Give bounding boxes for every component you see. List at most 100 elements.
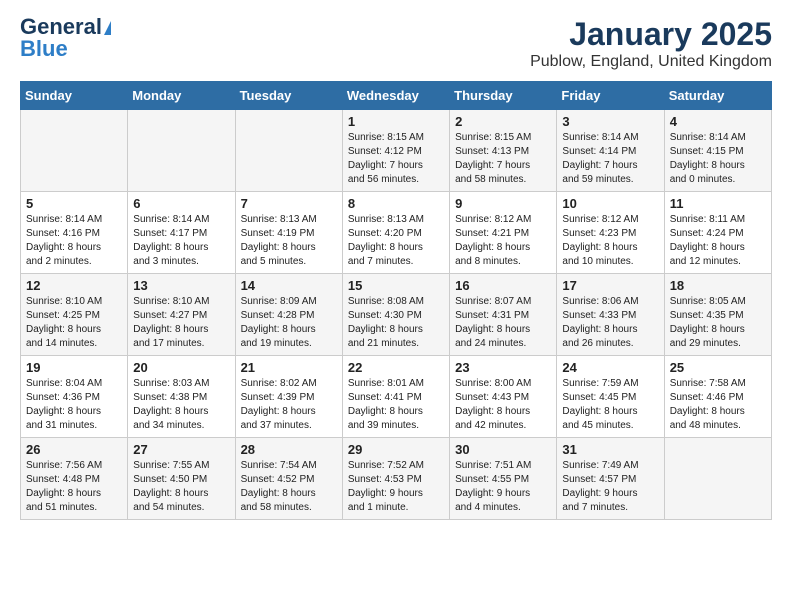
calendar-day-cell xyxy=(235,110,342,192)
calendar-day-header: Tuesday xyxy=(235,82,342,110)
day-number: 11 xyxy=(670,196,766,211)
day-number: 21 xyxy=(241,360,337,375)
calendar-day-cell: 13 Sunrise: 8:10 AM Sunset: 4:27 PM Dayli… xyxy=(128,274,235,356)
calendar-day-cell: 5Sunrise: 8:14 AM Sunset: 4:16 PM Daylig… xyxy=(21,192,128,274)
day-number: 19 xyxy=(26,360,122,375)
calendar-week-row: 19Sunrise: 8:04 AM Sunset: 4:36 PM Dayli… xyxy=(21,356,772,438)
calendar-table: SundayMondayTuesdayWednesdayThursdayFrid… xyxy=(20,81,772,520)
day-info: Sunrise: 8:13 AM Sunset: 4:20 PM Dayligh… xyxy=(348,213,444,269)
day-number: 16 xyxy=(455,278,551,293)
calendar-day-header: Sunday xyxy=(21,82,128,110)
day-info: Sunrise: 8:15 AM Sunset: 4:13 PM Dayligh… xyxy=(455,131,551,187)
day-info: Sunrise: 8:14 AM Sunset: 4:14 PM Dayligh… xyxy=(562,131,658,187)
calendar-day-cell: 24 Sunrise: 7:59 AM Sunset: 4:45 PM Dayli… xyxy=(557,356,664,438)
calendar-day-cell: 26 Sunrise: 7:56 AM Sunset: 4:48 PM Dayli… xyxy=(21,438,128,520)
day-info: Sunrise: 8:06 AM Sunset: 4:33 PM Dayligh… xyxy=(562,295,658,351)
calendar-day-cell: 17Sunrise: 8:06 AM Sunset: 4:33 PM Dayli… xyxy=(557,274,664,356)
day-info: Sunrise: 8:09 AM Sunset: 4:28 PM Dayligh… xyxy=(241,295,337,351)
day-number: 13 xyxy=(133,278,229,293)
calendar-day-cell: 20Sunrise: 8:03 AM Sunset: 4:38 PM Dayli… xyxy=(128,356,235,438)
calendar-day-cell: 6 Sunrise: 8:14 AM Sunset: 4:17 PM Daylig… xyxy=(128,192,235,274)
day-number: 27 xyxy=(133,442,229,457)
calendar-day-cell: 18 Sunrise: 8:05 AM Sunset: 4:35 PM Dayli… xyxy=(664,274,771,356)
day-info: Sunrise: 7:59 AM Sunset: 4:45 PM Dayligh… xyxy=(562,377,658,433)
day-info: Sunrise: 7:52 AM Sunset: 4:53 PM Dayligh… xyxy=(348,459,444,515)
calendar-day-cell: 19Sunrise: 8:04 AM Sunset: 4:36 PM Dayli… xyxy=(21,356,128,438)
day-number: 8 xyxy=(348,196,444,211)
day-number: 18 xyxy=(670,278,766,293)
header: General Blue January 2025 Publow, Englan… xyxy=(20,16,772,71)
day-info: Sunrise: 7:58 AM Sunset: 4:46 PM Dayligh… xyxy=(670,377,766,433)
day-info: Sunrise: 8:12 AM Sunset: 4:23 PM Dayligh… xyxy=(562,213,658,269)
calendar-week-row: 5Sunrise: 8:14 AM Sunset: 4:16 PM Daylig… xyxy=(21,192,772,274)
day-info: Sunrise: 7:54 AM Sunset: 4:52 PM Dayligh… xyxy=(241,459,337,515)
calendar-day-header: Friday xyxy=(557,82,664,110)
day-info: Sunrise: 8:05 AM Sunset: 4:35 PM Dayligh… xyxy=(670,295,766,351)
day-info: Sunrise: 8:14 AM Sunset: 4:15 PM Dayligh… xyxy=(670,131,766,187)
calendar-title: January 2025 xyxy=(530,16,772,53)
calendar-day-cell: 10 Sunrise: 8:12 AM Sunset: 4:23 PM Dayli… xyxy=(557,192,664,274)
calendar-week-row: 12 Sunrise: 8:10 AM Sunset: 4:25 PM Dayli… xyxy=(21,274,772,356)
day-number: 24 xyxy=(562,360,658,375)
day-number: 12 xyxy=(26,278,122,293)
calendar-day-cell xyxy=(128,110,235,192)
day-info: Sunrise: 8:14 AM Sunset: 4:17 PM Dayligh… xyxy=(133,213,229,269)
day-info: Sunrise: 8:10 AM Sunset: 4:27 PM Dayligh… xyxy=(133,295,229,351)
day-info: Sunrise: 8:10 AM Sunset: 4:25 PM Dayligh… xyxy=(26,295,122,351)
day-info: Sunrise: 8:00 AM Sunset: 4:43 PM Dayligh… xyxy=(455,377,551,433)
day-info: Sunrise: 8:14 AM Sunset: 4:16 PM Dayligh… xyxy=(26,213,122,269)
calendar-day-header: Thursday xyxy=(450,82,557,110)
calendar-day-cell: 15Sunrise: 8:08 AM Sunset: 4:30 PM Dayli… xyxy=(342,274,449,356)
calendar-day-cell: 16 Sunrise: 8:07 AM Sunset: 4:31 PM Dayli… xyxy=(450,274,557,356)
calendar-day-cell: 7Sunrise: 8:13 AM Sunset: 4:19 PM Daylig… xyxy=(235,192,342,274)
logo: General Blue xyxy=(20,16,111,61)
day-number: 9 xyxy=(455,196,551,211)
day-number: 1 xyxy=(348,114,444,129)
calendar-day-header: Saturday xyxy=(664,82,771,110)
day-number: 6 xyxy=(133,196,229,211)
calendar-day-cell xyxy=(664,438,771,520)
calendar-day-cell: 22Sunrise: 8:01 AM Sunset: 4:41 PM Dayli… xyxy=(342,356,449,438)
day-number: 28 xyxy=(241,442,337,457)
logo-text: General xyxy=(20,16,111,38)
calendar-subtitle: Publow, England, United Kingdom xyxy=(530,53,772,71)
calendar-day-cell: 27 Sunrise: 7:55 AM Sunset: 4:50 PM Dayli… xyxy=(128,438,235,520)
day-number: 10 xyxy=(562,196,658,211)
calendar-day-header: Wednesday xyxy=(342,82,449,110)
day-info: Sunrise: 8:13 AM Sunset: 4:19 PM Dayligh… xyxy=(241,213,337,269)
day-number: 26 xyxy=(26,442,122,457)
day-info: Sunrise: 7:55 AM Sunset: 4:50 PM Dayligh… xyxy=(133,459,229,515)
title-block: January 2025 Publow, England, United Kin… xyxy=(530,16,772,71)
calendar-day-cell: 21 Sunrise: 8:02 AM Sunset: 4:39 PM Dayli… xyxy=(235,356,342,438)
day-info: Sunrise: 8:01 AM Sunset: 4:41 PM Dayligh… xyxy=(348,377,444,433)
day-number: 14 xyxy=(241,278,337,293)
day-info: Sunrise: 8:15 AM Sunset: 4:12 PM Dayligh… xyxy=(348,131,444,187)
calendar-day-cell: 4Sunrise: 8:14 AM Sunset: 4:15 PM Daylig… xyxy=(664,110,771,192)
page: General Blue January 2025 Publow, Englan… xyxy=(0,0,792,530)
day-info: Sunrise: 8:03 AM Sunset: 4:38 PM Dayligh… xyxy=(133,377,229,433)
calendar-day-cell: 12 Sunrise: 8:10 AM Sunset: 4:25 PM Dayli… xyxy=(21,274,128,356)
calendar-day-cell: 9 Sunrise: 8:12 AM Sunset: 4:21 PM Daylig… xyxy=(450,192,557,274)
calendar-day-cell: 31Sunrise: 7:49 AM Sunset: 4:57 PM Dayli… xyxy=(557,438,664,520)
day-info: Sunrise: 8:12 AM Sunset: 4:21 PM Dayligh… xyxy=(455,213,551,269)
calendar-day-cell: 30Sunrise: 7:51 AM Sunset: 4:55 PM Dayli… xyxy=(450,438,557,520)
day-number: 29 xyxy=(348,442,444,457)
day-info: Sunrise: 7:56 AM Sunset: 4:48 PM Dayligh… xyxy=(26,459,122,515)
day-info: Sunrise: 7:49 AM Sunset: 4:57 PM Dayligh… xyxy=(562,459,658,515)
calendar-day-cell: 29 Sunrise: 7:52 AM Sunset: 4:53 PM Dayli… xyxy=(342,438,449,520)
day-info: Sunrise: 8:11 AM Sunset: 4:24 PM Dayligh… xyxy=(670,213,766,269)
calendar-week-row: 26 Sunrise: 7:56 AM Sunset: 4:48 PM Dayli… xyxy=(21,438,772,520)
calendar-header-row: SundayMondayTuesdayWednesdayThursdayFrid… xyxy=(21,82,772,110)
calendar-day-cell: 8 Sunrise: 8:13 AM Sunset: 4:20 PM Daylig… xyxy=(342,192,449,274)
calendar-day-cell: 2 Sunrise: 8:15 AM Sunset: 4:13 PM Daylig… xyxy=(450,110,557,192)
day-info: Sunrise: 7:51 AM Sunset: 4:55 PM Dayligh… xyxy=(455,459,551,515)
day-number: 3 xyxy=(562,114,658,129)
calendar-day-cell: 25 Sunrise: 7:58 AM Sunset: 4:46 PM Dayli… xyxy=(664,356,771,438)
calendar-day-header: Monday xyxy=(128,82,235,110)
day-number: 25 xyxy=(670,360,766,375)
day-info: Sunrise: 8:07 AM Sunset: 4:31 PM Dayligh… xyxy=(455,295,551,351)
day-info: Sunrise: 8:08 AM Sunset: 4:30 PM Dayligh… xyxy=(348,295,444,351)
calendar-day-cell xyxy=(21,110,128,192)
day-number: 2 xyxy=(455,114,551,129)
day-info: Sunrise: 8:02 AM Sunset: 4:39 PM Dayligh… xyxy=(241,377,337,433)
